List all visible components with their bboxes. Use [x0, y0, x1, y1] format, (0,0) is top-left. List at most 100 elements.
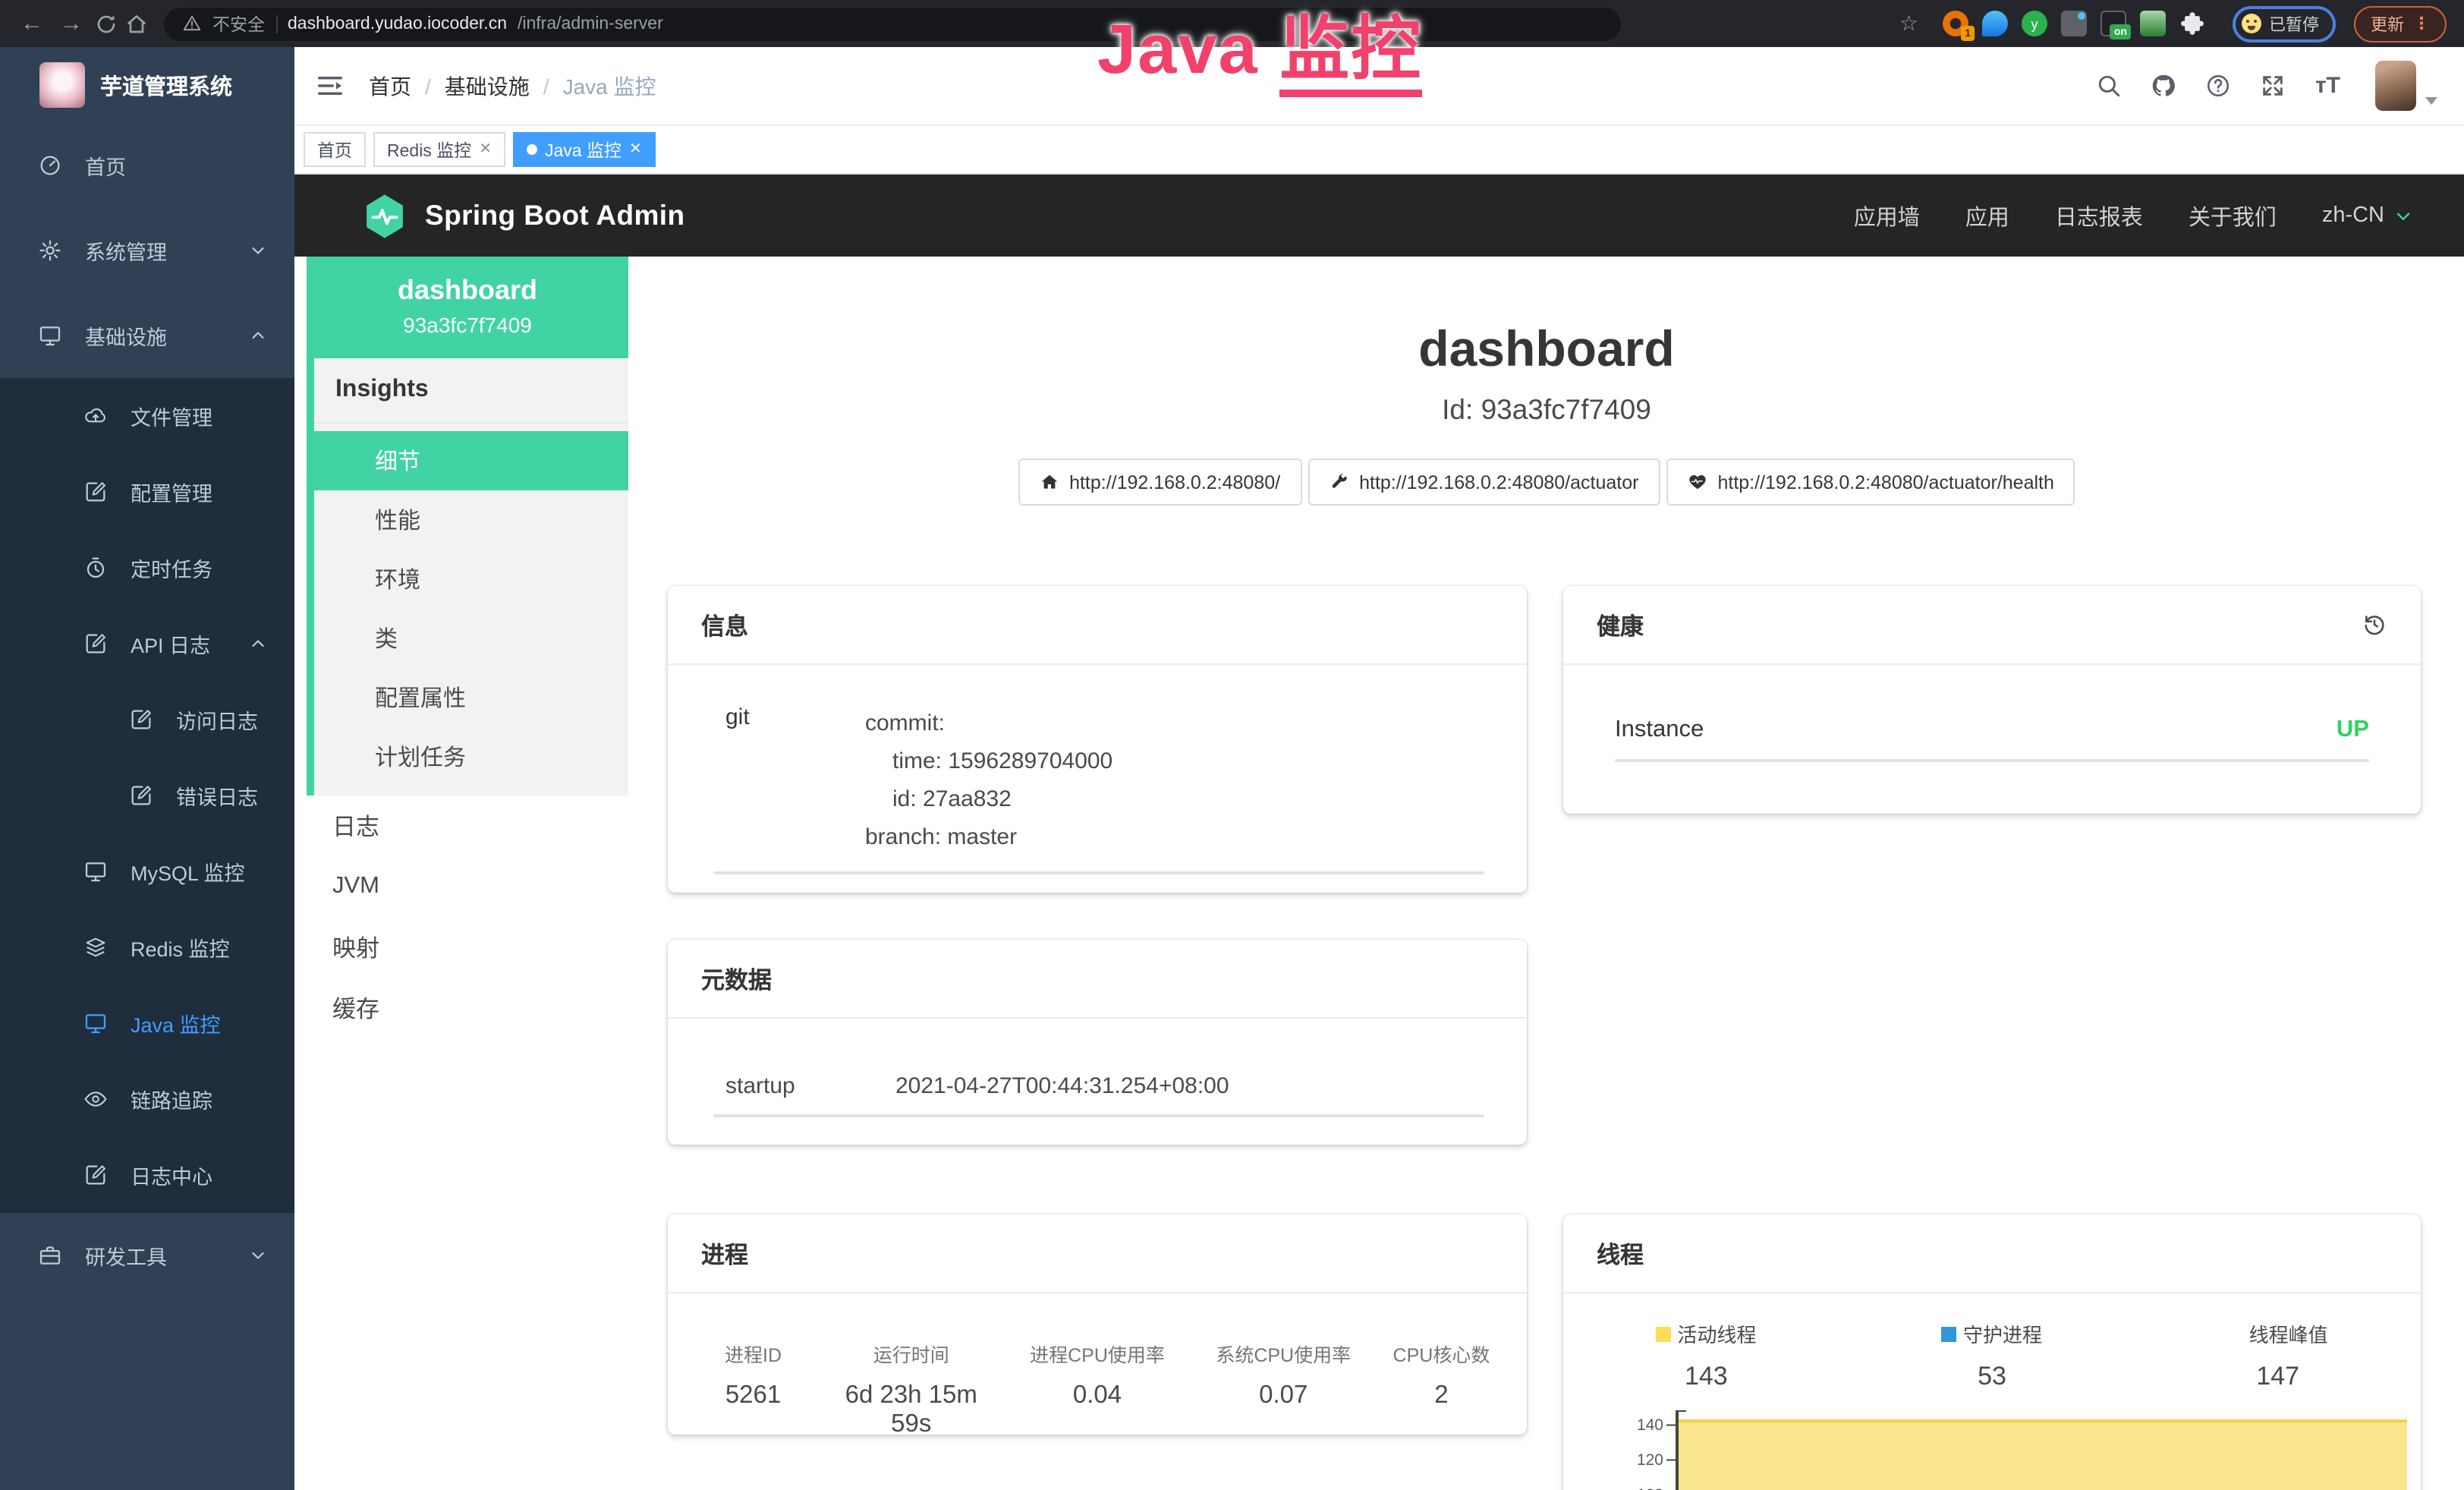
tag-home[interactable]: 首页 [304, 132, 366, 167]
sidebar-item-error-log[interactable]: 错误日志 [0, 758, 294, 833]
browser-update-button[interactable]: 更新 ⋮ [2354, 5, 2447, 42]
search-icon[interactable] [2097, 73, 2123, 99]
history-icon[interactable] [2362, 612, 2387, 638]
legend-daemon-value: 53 [1849, 1361, 2135, 1391]
bookmark-star-icon[interactable]: ☆ [1890, 11, 1927, 36]
extension-leaf-icon[interactable] [2140, 11, 2166, 36]
browser-home-icon[interactable] [124, 11, 149, 36]
sba-menu-metrics[interactable]: 性能 [314, 490, 628, 550]
sba-menu-caches[interactable]: 缓存 [307, 978, 628, 1038]
ytick-140: 140 [1572, 1416, 1663, 1434]
user-menu[interactable] [2375, 61, 2437, 111]
sidebar-item-access-log[interactable]: 访问日志 [0, 682, 294, 758]
extension-pin-icon[interactable] [1982, 11, 2008, 36]
tick-mark [1666, 1424, 1676, 1426]
sba-frame: Spring Boot Admin 应用墙 应用 日志报表 关于我们 zh-CN [294, 175, 2464, 1490]
startup-row: startup 2021-04-27T00:44:31.254+08:00 [668, 1019, 1527, 1099]
address-divider [275, 14, 277, 33]
process-card-title: 进程 [668, 1214, 1527, 1293]
process-uptime: 6d 23h 15m 59s [823, 1381, 999, 1439]
close-icon[interactable]: ✕ [629, 141, 642, 158]
sidebar-item-redis[interactable]: Redis 监控 [0, 909, 294, 985]
sidebar-item-home[interactable]: 首页 [0, 123, 294, 208]
tags-view: 首页 Redis 监控 ✕ Java 监控 ✕ [294, 126, 2464, 175]
extension-grid-icon[interactable] [2061, 11, 2087, 36]
sidebar-item-tracing[interactable]: 链路追踪 [0, 1061, 294, 1137]
sidebar-item-log-center[interactable]: 日志中心 [0, 1137, 294, 1213]
sba-nav-about[interactable]: 关于我们 [2189, 200, 2277, 232]
sba-menu-scheduled-tasks[interactable]: 计划任务 [314, 727, 628, 786]
sidebar-item-devtools[interactable]: 研发工具 [0, 1213, 294, 1298]
browser-forward-icon[interactable]: → [55, 7, 88, 40]
extension-refresh-icon[interactable]: 1 [1943, 11, 1968, 36]
sidebar-item-files[interactable]: 文件管理 [0, 378, 294, 454]
sidebar-item-jobs[interactable]: 定时任务 [0, 530, 294, 606]
sidebar-item-config[interactable]: 配置管理 [0, 454, 294, 530]
github-icon[interactable] [2151, 73, 2177, 99]
edit-icon [129, 783, 153, 808]
sidebar-item-system[interactable]: 系统管理 [0, 208, 294, 293]
tag-java-monitor[interactable]: Java 监控 ✕ [513, 132, 656, 167]
browser-back-icon[interactable]: ← [15, 7, 49, 40]
sba-locale-select[interactable]: zh-CN [2322, 203, 2413, 228]
not-secure-label[interactable]: 不安全 [212, 11, 265, 36]
eye-icon [83, 1087, 108, 1111]
sba-nav-applications[interactable]: 应用 [1965, 200, 2009, 232]
font-size-icon[interactable]: ᴛT [2315, 73, 2340, 99]
sba-menu-jvm[interactable]: JVM [307, 856, 628, 917]
sba-menu-logs[interactable]: 日志 [307, 795, 628, 856]
process-col-sys-cpu: 系统CPU使用率 [1196, 1339, 1371, 1368]
profile-paused-chip[interactable]: 已暂停 [2233, 5, 2336, 42]
sidebar-item-api-log[interactable]: API 日志 [0, 606, 294, 682]
chevron-down-icon [2393, 206, 2413, 225]
y-axis [1676, 1410, 1678, 1490]
process-card: 进程 进程ID 运行时间 进程CPU使用率 系统CPU使用率 CPU核心数 [668, 1214, 1527, 1435]
health-url-button[interactable]: http://192.168.0.2:48080/actuator/health [1666, 458, 2075, 506]
monitor-icon [83, 859, 108, 884]
breadcrumb-home[interactable]: 首页 [369, 71, 411, 101]
extension-y-icon[interactable]: y [2022, 11, 2047, 36]
help-icon[interactable] [2206, 73, 2232, 99]
edit-icon [129, 707, 153, 732]
breadcrumb: 首页 / 基础设施 / Java 监控 [369, 71, 656, 101]
sba-menu-environment[interactable]: 环境 [314, 550, 628, 609]
tag-redis-monitor[interactable]: Redis 监控 ✕ [373, 132, 505, 167]
extensions-puzzle-icon[interactable] [2179, 11, 2205, 36]
ytick-100: 100 [1572, 1485, 1663, 1490]
health-card: 健康 Instance UP [1563, 586, 2421, 814]
profile-emoji-icon [2242, 14, 2261, 33]
service-url-button[interactable]: http://192.168.0.2:48080/ [1018, 458, 1301, 506]
admin-brand[interactable]: 芋道管理系统 [0, 47, 294, 123]
sba-brand[interactable]: Spring Boot Admin [363, 192, 685, 239]
avatar[interactable] [2375, 61, 2416, 111]
sba-nav-journal[interactable]: 日志报表 [2055, 200, 2143, 232]
active-dot [527, 144, 537, 155]
sidebar-item-infra[interactable]: 基础设施 [0, 293, 294, 378]
threads-chart: 140 120 100 [1563, 1410, 2421, 1490]
stack-icon [83, 935, 108, 959]
sba-menu-configprops[interactable]: 配置属性 [314, 668, 628, 727]
sidebar-item-java-monitor[interactable]: Java 监控 [0, 985, 294, 1061]
breadcrumb-infra[interactable]: 基础设施 [445, 71, 530, 101]
git-label: git [725, 704, 865, 856]
proxy-on-badge: on [2110, 24, 2131, 39]
monitor-icon [38, 323, 62, 348]
fullscreen-icon[interactable] [2261, 73, 2286, 99]
actuator-url-button[interactable]: http://192.168.0.2:48080/actuator [1308, 458, 1660, 506]
close-icon[interactable]: ✕ [479, 141, 492, 158]
browser-menu-icon[interactable]: ⋮ [2413, 14, 2430, 33]
sidebar-collapse-icon[interactable] [316, 71, 345, 100]
process-table: 进程ID 运行时间 进程CPU使用率 系统CPU使用率 CPU核心数 5261 … [668, 1293, 1527, 1439]
instance-name: dashboard [307, 275, 628, 307]
sba-content: dashboard Id: 93a3fc7f7409 http://192.16… [628, 257, 2464, 1490]
sba-menu-classes[interactable]: 类 [314, 609, 628, 668]
browser-reload-icon[interactable] [94, 11, 118, 36]
page-title: dashboard [628, 320, 2464, 378]
chevron-down-icon [249, 1246, 267, 1265]
sba-nav-wallboard[interactable]: 应用墙 [1854, 200, 1920, 232]
sba-menu-mappings[interactable]: 映射 [307, 917, 628, 978]
sidebar-item-mysql[interactable]: MySQL 监控 [0, 833, 294, 909]
extension-proxy-icon[interactable]: on [2101, 11, 2126, 36]
url-host: dashboard.yudao.iocoder.cn [288, 14, 507, 33]
sba-menu-details[interactable]: 细节 [314, 431, 628, 490]
